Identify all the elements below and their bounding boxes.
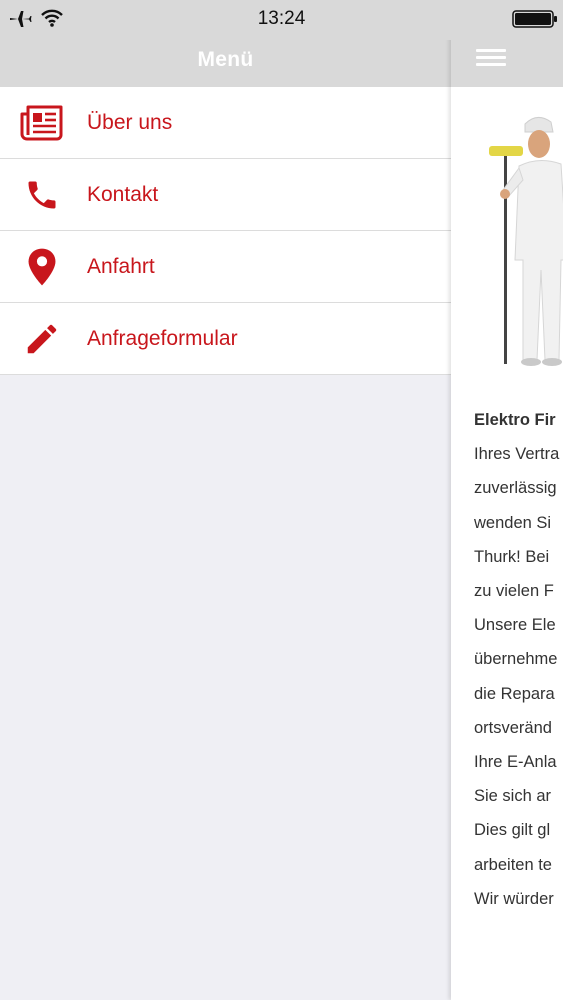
menu-item-ueber-uns[interactable]: Über uns (0, 87, 451, 159)
hamburger-menu-button[interactable] (476, 45, 506, 75)
menu-item-label: Anfahrt (87, 254, 155, 278)
menu-item-kontakt[interactable]: Kontakt (0, 159, 451, 231)
content-line: Wir würder (474, 889, 554, 908)
content-line: arbeiten te (474, 855, 552, 874)
content-line: Ihres Vertra (474, 445, 560, 464)
content-line: Ihre E-Anla (474, 753, 557, 772)
hero-image-painter (489, 117, 563, 366)
content-line: Sie sich ar (474, 787, 552, 806)
menu-title: Menü (197, 48, 254, 71)
status-time: 13:24 (257, 8, 306, 29)
content-line: die Repara (474, 684, 555, 703)
menu-item-label: Anfrageformular (87, 326, 238, 350)
menu-item-anfrageformular[interactable]: Anfrageformular (0, 303, 451, 375)
content-line: zuverlässig (474, 479, 557, 498)
menu-header: Menü (0, 40, 451, 87)
content-line: Unsere Ele (474, 616, 556, 635)
map-pin-icon (20, 247, 64, 287)
pencil-icon (20, 319, 64, 359)
content-line: wenden Si (474, 513, 552, 532)
phone-icon (20, 175, 64, 215)
newspaper-icon (20, 103, 64, 143)
content-line: zu vielen F (474, 582, 554, 601)
content-line: ortsveränd (474, 718, 552, 737)
content-line: Dies gilt gl (474, 821, 551, 840)
content-line: Elektro Fir (474, 411, 556, 429)
content-line: Thurk! Bei (474, 547, 550, 566)
side-menu: Menü Über uns Kontakt Anfahrt Anfragefor… (0, 0, 451, 1000)
menu-item-anfahrt[interactable]: Anfahrt (0, 231, 451, 303)
status-bar: 13:24 (0, 0, 563, 40)
content-text: Elektro Fir Ihres Vertra zuverlässig wen… (474, 403, 563, 916)
content-line: übernehme (474, 650, 558, 669)
content-header (451, 40, 563, 87)
menu-item-label: Kontakt (87, 182, 159, 206)
battery-icon (512, 10, 557, 28)
menu-list: Über uns Kontakt Anfahrt Anfrageformular (0, 87, 451, 375)
menu-item-label: Über uns (87, 110, 173, 134)
main-content-panel[interactable]: Elektro Fir Ihres Vertra zuverlässig wen… (451, 0, 563, 1000)
